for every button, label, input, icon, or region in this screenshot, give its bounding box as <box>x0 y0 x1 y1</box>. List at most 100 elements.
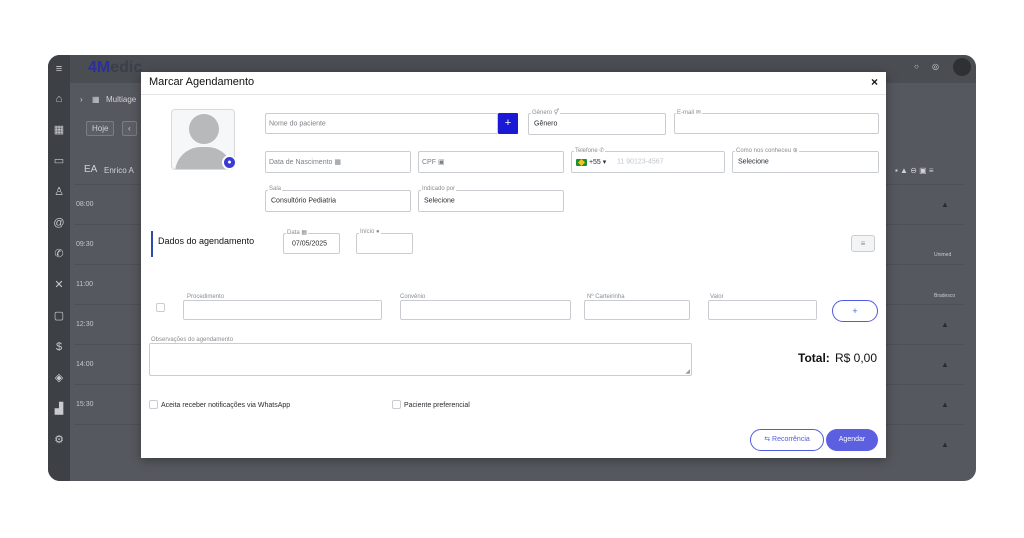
resize-grip-icon[interactable]: ◢ <box>685 368 690 375</box>
document-icon[interactable]: ▢ <box>52 309 66 323</box>
lock-icon: ▲ <box>941 360 949 369</box>
phone-label-text: Telefone <box>575 148 598 154</box>
referral-source-select[interactable]: Selecione <box>732 151 879 173</box>
recurrence-button[interactable]: ⇆ Recorrência <box>750 429 824 451</box>
gender-value: Gênero <box>534 120 558 128</box>
row-note: Bradesco <box>934 293 956 299</box>
user-icon[interactable]: ♙ <box>52 185 66 199</box>
chart-icon[interactable]: ▟ <box>52 402 66 416</box>
schedule-button[interactable]: Agendar <box>826 429 878 451</box>
info-icon: ⊕ <box>792 148 798 154</box>
notes-label: Observações do agendamento <box>150 337 235 343</box>
email-label-text: E-mail <box>677 110 695 116</box>
section-title: Dados do agendamento <box>158 236 255 246</box>
referral-source-label: Como nos conheceu ⊕ <box>735 147 799 154</box>
time-slot: 08:00 <box>76 201 94 208</box>
box-icon[interactable]: ◈ <box>52 371 66 385</box>
recurrence-label: Recorrência <box>772 436 810 443</box>
chevron-down-icon: ▾ <box>602 159 607 166</box>
camera-icon[interactable]: ● <box>222 155 237 170</box>
prev-button[interactable]: ‹ <box>122 121 137 136</box>
menu-icon[interactable]: ≡ <box>52 62 66 76</box>
date-value: 07/05/2025 <box>292 240 328 247</box>
gender-select[interactable]: Gênero <box>528 113 666 135</box>
brand-suffix: edic <box>110 59 143 76</box>
date-label: Data ▦ <box>286 229 309 236</box>
settings-icon[interactable]: ⚙ <box>52 433 66 447</box>
dollar-icon[interactable]: $ <box>52 340 66 354</box>
procedure-checkbox[interactable] <box>156 303 165 312</box>
country-code: +55 <box>588 159 601 166</box>
phone-field[interactable]: +55 ▾ 11 90123-4567 <box>571 151 725 173</box>
referred-by-value: Selecione <box>424 197 455 205</box>
home-icon[interactable]: ⌂ <box>52 92 66 106</box>
referred-by-select[interactable]: Selecione <box>418 190 564 212</box>
procedure-field[interactable] <box>183 300 382 320</box>
email-field[interactable] <box>674 113 879 134</box>
start-time-field[interactable] <box>356 233 413 254</box>
preferential-checkbox[interactable] <box>392 400 401 409</box>
whatsapp-label: Aceita receber notificações via WhatsApp <box>161 402 291 409</box>
gender-icon: ⚥ <box>553 110 560 116</box>
list-button[interactable]: ≡ <box>851 235 875 252</box>
calendar-icon: ▦ <box>301 230 308 236</box>
phone-icon[interactable]: ✆ <box>52 247 66 261</box>
brazil-flag-icon <box>576 158 587 166</box>
gender-label-text: Gênero <box>532 110 553 116</box>
toolbar-icons[interactable]: ▪ ▲ ⊖ ▣ ≡ <box>895 166 934 175</box>
email-label: E-mail ✉ <box>676 109 702 116</box>
room-select[interactable]: Consultório Pediatria <box>265 190 411 212</box>
referral-source-value: Selecione <box>738 158 769 166</box>
gender-label: Gênero ⚥ <box>531 109 561 116</box>
calendar-icon: ▦ <box>334 159 341 166</box>
phone-placeholder: 11 90123-4567 <box>617 158 664 166</box>
phone-prefix[interactable]: +55 ▾ <box>576 158 606 166</box>
divider <box>141 94 886 95</box>
notes-textarea[interactable]: ◢ <box>149 343 692 376</box>
lock-icon: ▲ <box>941 400 949 409</box>
close-icon[interactable]: × <box>871 75 878 89</box>
birth-date-placeholder: Data de Nascimento ▦ <box>269 158 341 166</box>
cpf-field[interactable]: CPF ▣ <box>418 151 564 173</box>
row-note: Unimed <box>934 252 952 258</box>
start-time-label: Início ● <box>359 229 381 235</box>
calendar-icon[interactable]: ▦ <box>52 123 66 137</box>
shuffle-icon[interactable]: ✕ <box>52 278 66 292</box>
lock-icon: ▲ <box>941 200 949 209</box>
breadcrumb-calendar-icon: ▦ <box>92 95 100 104</box>
lock-icon: ▲ <box>941 440 949 449</box>
start-time-label-text: Início <box>360 229 375 235</box>
value-label: Valor <box>709 294 725 300</box>
today-button[interactable]: Hoje <box>86 121 115 136</box>
patient-name-input[interactable]: Nome do paciente <box>265 113 498 134</box>
phone-label: Telefone ✆ <box>574 147 606 154</box>
add-procedure-button[interactable]: + <box>832 300 878 322</box>
card-number-field[interactable] <box>584 300 690 320</box>
schedule-modal: Marcar Agendamento × ● Nome do paciente … <box>141 72 886 458</box>
id-card-icon: ▣ <box>437 159 445 166</box>
total-value: R$ 0,00 <box>835 351 878 365</box>
value-field[interactable] <box>708 300 817 320</box>
breadcrumb[interactable]: Multiage <box>106 95 136 104</box>
cpf-text: CPF <box>422 159 436 166</box>
help-icon[interactable]: ◎ <box>932 62 939 71</box>
insurance-field[interactable] <box>400 300 571 320</box>
time-slot: 12:30 <box>76 321 94 328</box>
patient-name[interactable]: Enrico A <box>104 166 134 175</box>
chevron-right-icon[interactable]: › <box>80 95 83 104</box>
user-avatar[interactable] <box>953 58 971 76</box>
patient-initials: EA <box>84 164 98 175</box>
add-patient-button[interactable]: + <box>498 113 518 134</box>
clock-icon: ● <box>376 229 380 235</box>
date-field[interactable]: 07/05/2025 <box>283 233 340 254</box>
chat-icon[interactable]: ○ <box>914 62 919 71</box>
modal-title: Marcar Agendamento <box>149 76 255 88</box>
inbox-icon[interactable]: ▭ <box>52 154 66 168</box>
at-icon[interactable]: @ <box>52 216 66 230</box>
whatsapp-checkbox[interactable] <box>149 400 158 409</box>
app-logo: 4Medic <box>88 59 142 77</box>
birth-date-field[interactable]: Data de Nascimento ▦ <box>265 151 411 173</box>
time-slot: 11:00 <box>76 281 93 288</box>
preferential-label: Paciente preferencial <box>404 402 470 409</box>
email-icon: ✉ <box>695 110 701 116</box>
